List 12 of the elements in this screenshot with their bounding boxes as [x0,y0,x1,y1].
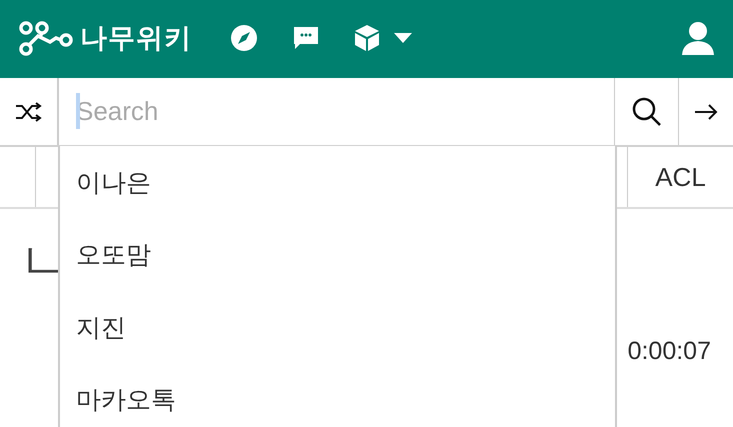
cube-icon[interactable] [354,24,380,52]
chat-icon[interactable] [293,25,319,51]
user-icon[interactable] [681,21,715,55]
search-field[interactable]: Search [76,78,614,145]
search-icon [632,96,662,126]
logo-icon [18,20,74,56]
compass-icon[interactable] [230,24,258,52]
arrow-icon [694,104,718,120]
caret-icon[interactable] [394,33,412,43]
shuffle-icon [14,102,42,122]
logo-text[interactable]: 나무위키 [80,20,192,56]
timestamp: 0:00:07 [628,337,711,366]
